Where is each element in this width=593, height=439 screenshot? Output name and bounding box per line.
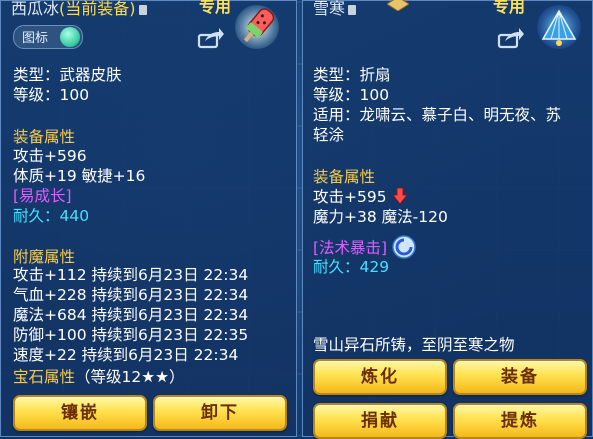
equip-button[interactable]: 装备 [453,359,587,395]
enchant-line: 防御+100 持续到6月23日 22:35 [13,326,249,344]
rank-badge-icon [387,0,409,11]
skill-tag-label: [法术暴击] [313,239,388,257]
extract-button[interactable]: 提炼 [453,403,587,439]
enchant-line: 魔法+684 持续到6月23日 22:34 [13,306,249,324]
gem-attributes-heading: 宝石属性（等级12★★） [13,365,185,387]
enchant-line: 气血+228 持续到6月23日 22:34 [13,286,249,304]
item-description: 雪山异石所铸，至阴至寒之物 [313,336,515,354]
usable-characters-cont: 轻涂 [313,126,345,144]
growth-tag: [易成长] [13,187,72,205]
item-name: 雪寒 [313,0,346,18]
arrow-down-icon [391,187,408,205]
refine-button[interactable]: 炼化 [313,359,447,395]
magic-line: 魔力+38 魔法-120 [313,208,448,226]
attack-line: 攻击+595 [313,187,408,207]
current-item-panel: 西瓜冰(当前装备) 专用 图标 类型：武器皮肤 等级：100 装备属性 攻击+5… [0,0,297,437]
lock-icon [138,5,147,15]
current-item-title: 西瓜冰(当前装备) [11,0,147,19]
enchant-attributes-heading: 附魔属性 [13,248,76,266]
toggle-label: 图标 [22,31,49,46]
donate-button[interactable]: 捐献 [313,403,447,439]
compare-item-title: 雪寒 [313,0,357,19]
attack-value: 攻击+595 [313,188,387,206]
item-level: 等级：100 [13,86,90,104]
exclusive-badge: 专用 [199,0,232,16]
item-level: 等级：100 [313,86,390,104]
durability: 耐久：440 [13,207,90,225]
exclusive-badge: 专用 [493,0,526,16]
share-icon[interactable] [497,27,525,49]
toggle-knob [60,27,80,47]
attribute-line: 攻击+596 [13,147,87,165]
durability: 耐久：429 [313,258,390,276]
item-type: 类型：折扇 [313,66,391,84]
attribute-line: 体质+19 敏捷+16 [13,167,146,185]
lock-icon [348,5,357,15]
unequip-button[interactable]: 卸下 [153,395,287,431]
watermelon-popsicle-icon [235,5,279,49]
compare-item-panel: 雪寒 专用 类型：折扇 等级：100 适用：龙啸云、慕子白、明无夜、苏 轻涂 装… [302,0,593,439]
enchant-line: 攻击+112 持续到6月23日 22:34 [13,266,249,284]
magic-crit-icon [392,235,416,259]
gem-heading-label: 宝石属性 [13,368,76,386]
inlay-button[interactable]: 镶嵌 [13,395,147,431]
skill-tag: [法术暴击] [313,235,416,259]
share-icon[interactable] [197,27,225,49]
equip-attributes-heading: 装备属性 [313,168,376,186]
current-equipped-label: (当前装备) [59,0,136,18]
enchant-line: 速度+22 持续到6月23日 22:34 [13,346,239,364]
usable-characters: 适用：龙啸云、慕子白、明无夜、苏 [313,106,562,124]
icon-toggle[interactable]: 图标 [13,25,83,49]
item-type: 类型：武器皮肤 [13,66,122,84]
folding-fan-icon [537,5,581,49]
equip-attributes-heading: 装备属性 [13,128,76,146]
item-name: 西瓜冰 [11,0,60,18]
gem-level: （等级12★★） [75,368,185,386]
